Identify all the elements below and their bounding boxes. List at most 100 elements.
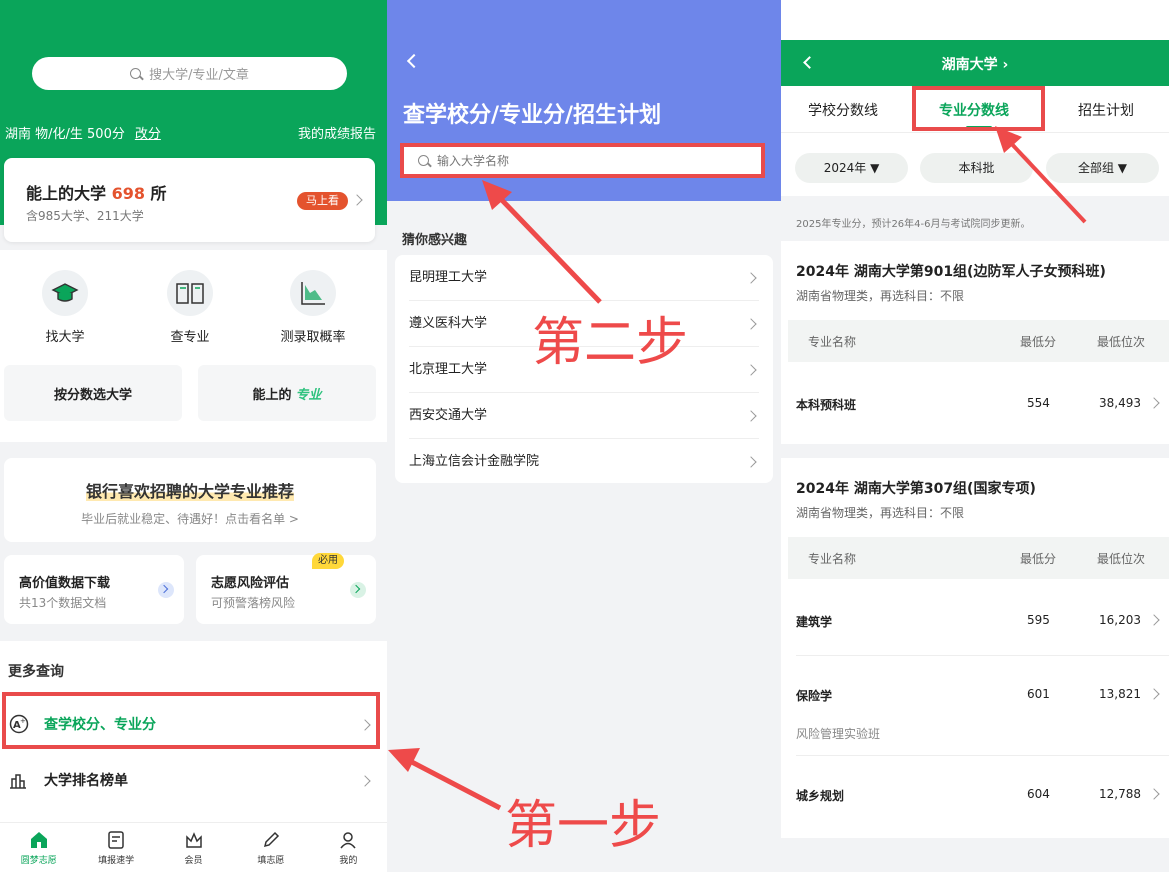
graduation-cap-icon (42, 270, 88, 316)
input-placeholder: 输入大学名称 (437, 154, 510, 168)
search-input[interactable]: 搜大学/专业/文章 (32, 57, 347, 90)
crown-icon (185, 832, 202, 848)
more-queries-title: 更多查询 (8, 664, 64, 680)
card-subtitle: 可预警落榜风险 (211, 596, 296, 610)
university-name[interactable]: 湖南大学 › (781, 54, 1169, 74)
batch-filter[interactable]: 本科批 (920, 153, 1033, 183)
major-name: 城乡规划 (796, 789, 845, 803)
filter-label: 全部组 (1077, 161, 1114, 175)
data-download-card[interactable]: 高价值数据下载 共13个数据文档 (4, 555, 184, 624)
chevron-circle-icon (158, 582, 174, 598)
tab-label: 填报速学 (98, 856, 135, 866)
chevron-right-icon (745, 364, 757, 376)
min-score: 554 (1027, 396, 1050, 410)
chevron-right-icon (745, 318, 757, 330)
score-group-card: 2024年 湖南大学第307组(国家专项) 湖南省物理类，再选科目：不限 专业名… (781, 458, 1169, 838)
card-title: 志愿风险评估 (211, 576, 290, 591)
tab-school-scores[interactable]: 学校分数线 (808, 100, 878, 120)
interest-section-title: 猜你感兴趣 (402, 233, 468, 248)
eligible-majors-button[interactable]: 能上的 专业 (198, 365, 376, 421)
chevron-right-icon (745, 272, 757, 284)
search-icon (418, 155, 429, 166)
major-note: 风险管理实验班 (796, 727, 881, 741)
score-group-card: 2024年 湖南大学第901组(边防军人子女预科班) 湖南省物理类，再选科目：不… (781, 241, 1169, 444)
table-row[interactable]: 保险学 601 13,821 风险管理实验班 (796, 687, 1169, 756)
chart-icon (290, 270, 336, 316)
group-title: 2024年 湖南大学第307组(国家专项) (796, 481, 1036, 497)
score-text: 湖南 物/化/生 500分 (5, 127, 125, 142)
view-now-badge[interactable]: 马上看 (297, 192, 348, 210)
pencil-icon (263, 831, 279, 848)
group-title: 2024年 湖南大学第901组(边防军人子女预科班) (796, 264, 1106, 280)
chevron-right-icon (1148, 688, 1160, 700)
menu-admission-probability[interactable]: 测录取概率 (258, 270, 368, 345)
column-header: 最低分 (1020, 335, 1057, 349)
university-name-input[interactable]: 输入大学名称 (400, 143, 765, 178)
eligible-count-title: 能上的大学 698 所 (26, 180, 167, 204)
item-label: 北京理工大学 (409, 362, 488, 377)
item-label: 西安交通大学 (409, 408, 488, 423)
tab-label: 会员 (184, 856, 203, 866)
search-icon (130, 68, 142, 79)
column-header: 专业名称 (808, 552, 857, 566)
highlight-box (2, 692, 380, 749)
tab-enrollment-plan[interactable]: 招生计划 (1078, 100, 1134, 120)
menu-label: 测录取概率 (280, 330, 346, 345)
recommendation-subtitle: 毕业后就业稳定、待遇好！点击看名单 > (81, 512, 299, 526)
bottom-tab-bar: 圆梦志愿 填报速学 会员 填志愿 我的 (0, 822, 387, 872)
step-two-annotation: 第二步 (532, 313, 689, 373)
list-item[interactable]: 上海立信会计金融学院 (409, 439, 759, 485)
edit-score-link[interactable]: 改分 (135, 127, 161, 142)
book-icon (167, 270, 213, 316)
list-item[interactable]: 西安交通大学 (409, 393, 759, 439)
year-filter[interactable]: 2024年 ▼ (795, 153, 908, 183)
chevron-right-icon (359, 775, 371, 787)
caret-down-icon: ▼ (1117, 161, 1128, 175)
item-label: 遵义医科大学 (409, 316, 488, 331)
search-university-screen: 查学校分/专业分/招生计划 输入大学名称 猜你感兴趣 昆明理工大学 遵义医科大学… (387, 0, 781, 872)
eligible-majors-prefix: 能上的 (252, 387, 292, 403)
university-name-text: 湖南大学 (941, 57, 998, 73)
score-report-link[interactable]: 我的成绩报告 (298, 123, 376, 142)
column-header: 专业名称 (808, 335, 857, 349)
risk-assessment-card[interactable]: 必用 志愿风险评估 可预警落榜风险 (196, 553, 376, 624)
score-info: 湖南 物/化/生 500分 改分 (5, 123, 161, 142)
column-header: 最低分 (1020, 552, 1057, 566)
must-use-badge: 必用 (312, 553, 344, 569)
filter-bar: 2024年 ▼ 本科批 全部组 ▼ (781, 132, 1169, 196)
update-note: 2025年专业分，预计26年4-6月与考试院同步更新。 (796, 219, 1031, 230)
bank-recommendation-banner[interactable]: 银行喜欢招聘的大学专业推荐 毕业后就业稳定、待遇好！点击看名单 > (4, 458, 376, 542)
chevron-circle-icon (350, 582, 366, 598)
search-placeholder: 搜大学/专业/文章 (149, 68, 249, 83)
select-by-score-button[interactable]: 按分数选大学 (4, 365, 182, 421)
column-header: 最低位次 (1097, 552, 1146, 566)
eligible-prefix: 能上的大学 (26, 184, 112, 203)
list-item[interactable]: 昆明理工大学 (409, 255, 759, 301)
menu-find-major[interactable]: 查专业 (135, 270, 245, 345)
eligible-count: 698 (111, 184, 145, 203)
university-ranking-row[interactable]: 大学排名榜单 (0, 753, 387, 809)
tab-profile[interactable]: 我的 (310, 823, 387, 872)
major-name: 本科预科班 (796, 398, 857, 412)
filter-label: 2024年 (823, 161, 867, 175)
card-title: 高价值数据下载 (19, 576, 111, 591)
table-header: 专业名称 最低分 最低位次 (788, 320, 1169, 362)
tab-quick-learn[interactable]: 填报速学 (77, 823, 154, 872)
step-one-annotation: 第一步 (505, 796, 662, 856)
menu-find-university[interactable]: 找大学 (10, 270, 120, 345)
table-row[interactable]: 建筑学 595 16,203 (796, 613, 1169, 656)
tab-member[interactable]: 会员 (155, 823, 232, 872)
chevron-right-icon (1148, 614, 1160, 626)
tab-fill-application[interactable]: 填志愿 (232, 823, 309, 872)
eligible-universities-card[interactable]: 能上的大学 698 所 含985大学、211大学 马上看 (4, 158, 375, 242)
tab-label: 填志愿 (257, 856, 285, 866)
user-icon (340, 832, 356, 849)
min-score: 604 (1027, 787, 1050, 801)
tab-home[interactable]: 圆梦志愿 (0, 823, 77, 872)
document-icon (108, 831, 124, 849)
chevron-right-icon (745, 456, 757, 468)
card-subtitle: 共13个数据文档 (19, 596, 107, 610)
item-label: 上海立信会计金融学院 (409, 454, 540, 469)
group-filter[interactable]: 全部组 ▼ (1046, 153, 1159, 183)
min-score: 595 (1027, 613, 1050, 627)
